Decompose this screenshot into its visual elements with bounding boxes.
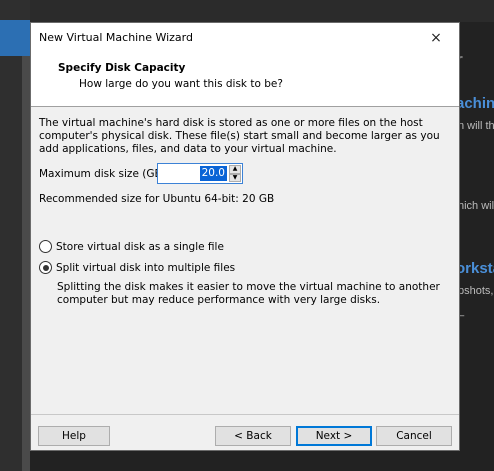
background-text-1: n will the: [458, 120, 494, 132]
radio-single-file[interactable]: Store virtual disk as a single file: [39, 240, 224, 253]
recommended-size: Recommended size for Ubuntu 64-bit: 20 G…: [39, 193, 275, 205]
radio-split-files[interactable]: Split virtual disk into multiple files: [39, 261, 235, 274]
background-text-2: hich will: [458, 200, 494, 212]
help-button[interactable]: Help: [38, 426, 110, 446]
stepper-buttons: ▲ ▼: [229, 165, 241, 182]
back-button[interactable]: < Back: [215, 426, 291, 446]
header-title: Specify Disk Capacity: [58, 62, 186, 74]
dialog-title: New Virtual Machine Wizard: [39, 31, 193, 44]
disk-size-value[interactable]: 20.0: [199, 166, 227, 181]
radio-split-files-label[interactable]: Split virtual disk into multiple files: [56, 262, 235, 274]
cancel-button[interactable]: Cancel: [376, 426, 452, 446]
radio-unchecked-icon[interactable]: [39, 240, 52, 253]
close-icon[interactable]: ×: [413, 23, 459, 53]
radio-checked-icon[interactable]: [39, 261, 52, 274]
footer-divider: [31, 414, 459, 415]
stepper-down-icon[interactable]: ▼: [229, 173, 241, 182]
disk-description: The virtual machine's hard disk is store…: [39, 117, 440, 155]
background-heading-1[interactable]: achin: [456, 95, 494, 112]
background-heading-2[interactable]: orksta: [456, 260, 494, 277]
background-scroll-strip: [22, 56, 30, 471]
dialog-titlebar[interactable]: New Virtual Machine Wizard ×: [31, 23, 459, 53]
split-description: Splitting the disk makes it easier to mo…: [57, 281, 440, 306]
disk-size-stepper[interactable]: 20.0 ▲ ▼: [157, 163, 243, 184]
radio-single-file-label[interactable]: Store virtual disk as a single file: [56, 241, 224, 253]
max-disk-size-label: Maximum disk size (GB):: [39, 168, 170, 180]
background-selected-item: [0, 20, 30, 56]
wizard-header: Specify Disk Capacity How large do you w…: [31, 53, 459, 107]
stepper-up-icon[interactable]: ▲: [229, 165, 241, 174]
new-vm-wizard-dialog: New Virtual Machine Wizard × Specify Dis…: [30, 22, 460, 451]
background-text-3: pshots,: [458, 285, 494, 297]
header-subtitle: How large do you want this disk to be?: [79, 78, 283, 90]
background-top-bar: [30, 0, 494, 22]
next-button[interactable]: Next >: [296, 426, 372, 446]
